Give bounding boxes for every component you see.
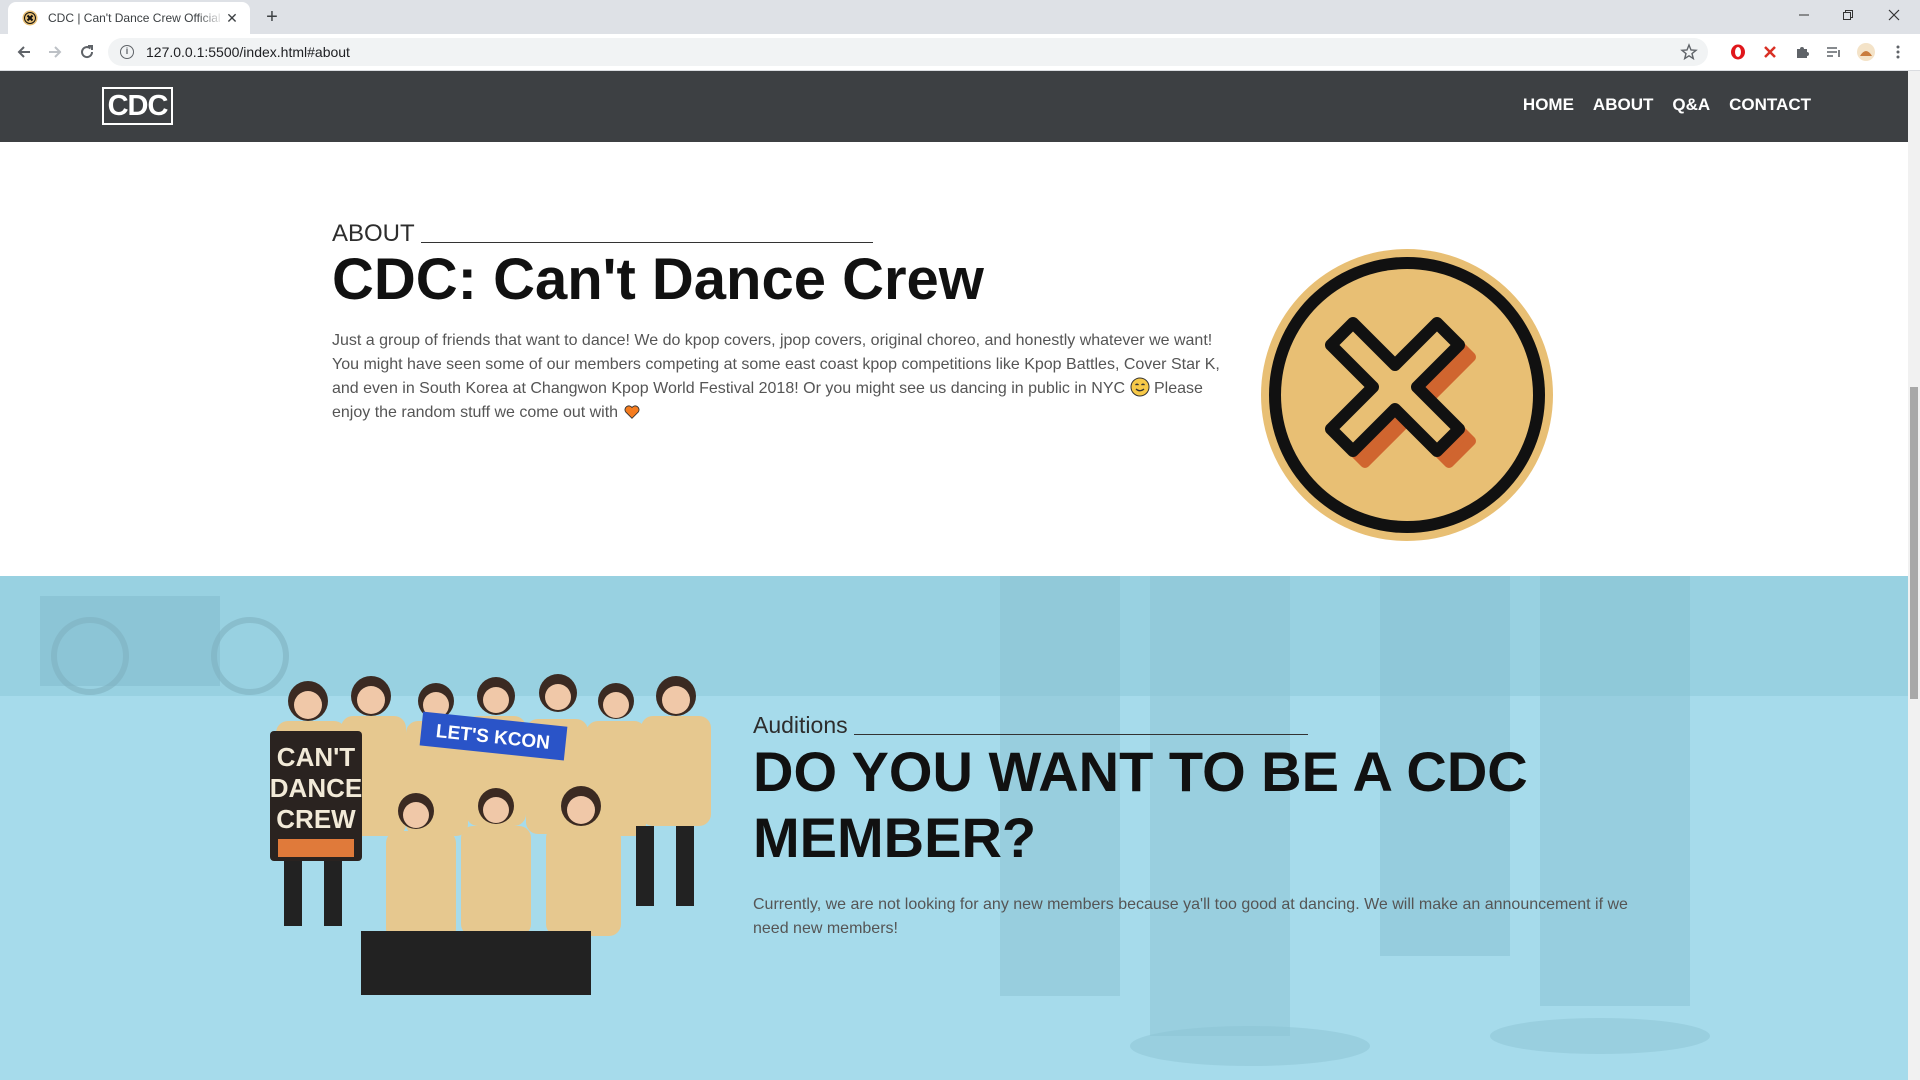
close-tab-icon[interactable]: ✕ bbox=[224, 10, 240, 26]
photo-sign-line-3: CREW bbox=[276, 804, 356, 834]
smiling-face-icon bbox=[1130, 377, 1150, 397]
site-nav-links: HOME ABOUT Q&A CONTACT bbox=[1523, 95, 1811, 115]
auditions-section: CAN'T DANCE CREW LET'S KCON Auditions DO… bbox=[0, 576, 1908, 1080]
restore-window-icon[interactable] bbox=[1826, 0, 1870, 30]
auditions-description: Currently, we are not looking for any ne… bbox=[753, 896, 1628, 937]
about-section: ABOUT CDC: Can't Dance Crew Just a group… bbox=[0, 142, 1908, 576]
browser-tab[interactable]: CDC | Can't Dance Crew Official Website … bbox=[8, 2, 250, 34]
url-text: 127.0.0.1:5500/index.html#about bbox=[146, 44, 350, 60]
about-kicker-row: ABOUT bbox=[332, 220, 873, 248]
nav-contact[interactable]: CONTACT bbox=[1729, 95, 1811, 115]
puzzle-extensions-icon[interactable] bbox=[1792, 42, 1812, 62]
minimize-window-icon[interactable] bbox=[1782, 0, 1826, 30]
forward-arrow-icon[interactable] bbox=[43, 40, 67, 64]
back-arrow-icon[interactable] bbox=[12, 40, 36, 64]
browser-menu-icon[interactable] bbox=[1888, 42, 1908, 62]
cdc-x-logo-icon bbox=[1261, 249, 1553, 541]
address-bar[interactable]: i 127.0.0.1:5500/index.html#about bbox=[108, 38, 1708, 66]
auditions-kicker: Auditions bbox=[753, 712, 848, 738]
auditions-kicker-row: Auditions bbox=[753, 712, 1308, 739]
auditions-title: DO YOU WANT TO BE A CDC MEMBER? bbox=[753, 740, 1528, 869]
photo-sign-line-2: DANCE bbox=[270, 773, 362, 803]
reload-icon[interactable] bbox=[75, 40, 99, 64]
browser-toolbar: i 127.0.0.1:5500/index.html#about bbox=[0, 34, 1920, 71]
page-viewport: CDC HOME ABOUT Q&A CONTACT ABOUT CDC: Ca… bbox=[0, 71, 1920, 1080]
nav-about[interactable]: ABOUT bbox=[1593, 95, 1653, 115]
nav-qa[interactable]: Q&A bbox=[1672, 95, 1710, 115]
browser-tabstrip: CDC | Can't Dance Crew Official Website … bbox=[0, 0, 1920, 34]
about-description: Just a group of friends that want to dan… bbox=[332, 329, 1222, 425]
bookmark-star-icon[interactable] bbox=[1680, 43, 1698, 61]
profile-avatar-icon[interactable] bbox=[1856, 42, 1876, 62]
about-title: CDC: Can't Dance Crew bbox=[332, 247, 984, 312]
page-scrollbar[interactable] bbox=[1908, 71, 1920, 1080]
nav-home[interactable]: HOME bbox=[1523, 95, 1574, 115]
reading-list-icon[interactable] bbox=[1823, 42, 1843, 62]
orange-heart-icon bbox=[624, 405, 639, 419]
scissors-extension-icon[interactable] bbox=[1760, 42, 1780, 62]
kicker-divider bbox=[420, 242, 873, 243]
site-navbar: CDC HOME ABOUT Q&A CONTACT bbox=[0, 71, 1908, 142]
photo-sign-line-1: CAN'T bbox=[277, 742, 356, 772]
close-window-icon[interactable] bbox=[1872, 0, 1916, 30]
cdc-favicon-icon bbox=[22, 10, 38, 26]
scrollbar-thumb[interactable] bbox=[1910, 387, 1918, 699]
kicker-divider bbox=[853, 734, 1308, 735]
about-text-part1: Just a group of friends that want to dan… bbox=[332, 332, 1220, 397]
tab-title: CDC | Can't Dance Crew Official Website bbox=[48, 11, 224, 25]
site-logo[interactable]: CDC bbox=[102, 87, 173, 125]
group-photo-image: CAN'T DANCE CREW LET'S KCON bbox=[270, 674, 711, 995]
site-info-icon[interactable]: i bbox=[120, 45, 134, 59]
new-tab-button[interactable]: + bbox=[262, 7, 282, 27]
opera-extension-icon[interactable] bbox=[1728, 42, 1748, 62]
about-kicker: ABOUT bbox=[332, 220, 415, 247]
